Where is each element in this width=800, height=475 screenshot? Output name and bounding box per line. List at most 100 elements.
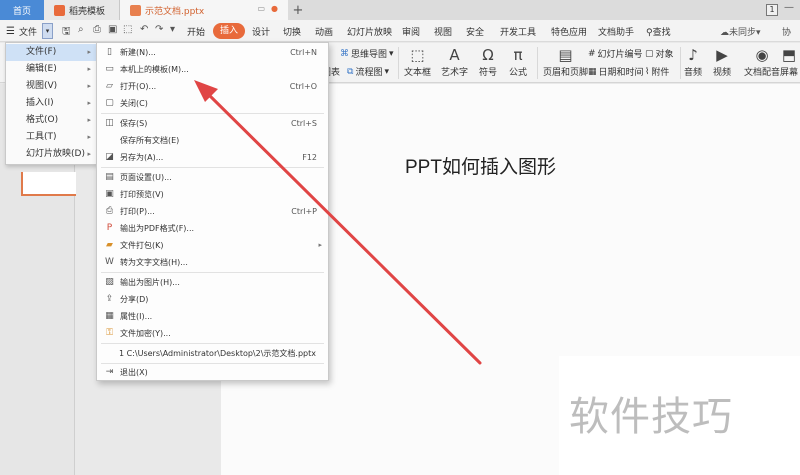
narration-button[interactable]: ◉ 文档配音: [744, 45, 780, 78]
attachment-button[interactable]: ⌇ 附件: [645, 65, 670, 79]
chevron-right-icon: ▸: [87, 99, 91, 107]
menu-local-template[interactable]: ▭ 本机上的模板(M)...: [97, 61, 328, 78]
video-button[interactable]: ▶ 视频: [712, 45, 732, 78]
export-image-icon: ▨: [105, 277, 114, 287]
wordart-icon: A: [449, 46, 460, 64]
menu-export-image-label: 输出为图片(H)...: [120, 278, 180, 287]
ribbon-divider: [398, 47, 399, 79]
format-painter-icon[interactable]: ⌕: [78, 24, 84, 35]
collab-button[interactable]: 协: [782, 25, 791, 38]
search-button[interactable]: ⚲查找: [646, 25, 671, 38]
menu-share-label: 分享(D): [120, 295, 149, 304]
window-count-badge[interactable]: 1: [766, 4, 778, 16]
menu-save-as[interactable]: ◪ 另存为(A)... F12: [97, 149, 328, 166]
menu-animation[interactable]: 动画: [315, 25, 333, 38]
save-as-icon: ◪: [105, 152, 114, 162]
slide-number-button[interactable]: # 幻灯片编号: [588, 47, 643, 61]
textbox-icon: ⬚: [410, 46, 425, 64]
menu-exit[interactable]: ⇥ 退出(X): [97, 364, 328, 381]
redo-icon[interactable]: ↷: [155, 24, 163, 35]
menu-open[interactable]: ▱ 打开(O)... Ctrl+O: [97, 78, 328, 95]
export-pdf-icon[interactable]: ⬚: [123, 24, 132, 35]
audio-button[interactable]: ♪ 音频: [683, 45, 703, 78]
menu-close[interactable]: ▢ 关闭(C): [97, 95, 328, 112]
new-doc-icon: ▯: [107, 47, 112, 57]
menu-design[interactable]: 设计: [252, 25, 270, 38]
menu-edit[interactable]: 编辑(E) ▸: [6, 61, 97, 78]
menu-insert[interactable]: 插入: [213, 23, 246, 39]
menu-save-all[interactable]: 保存所有文档(E): [97, 132, 328, 149]
menu-package[interactable]: ▰ 文件打包(K) ▸: [97, 237, 328, 254]
menu-share[interactable]: ⇪ 分享(D): [97, 291, 328, 308]
menu-slideshow-sub[interactable]: 幻灯片放映(D) ▸: [6, 146, 97, 163]
formula-button[interactable]: π 公式: [508, 45, 528, 78]
flowchart-label: 流程图: [355, 68, 383, 78]
menu-save[interactable]: ◫ 保存(S) Ctrl+S: [97, 115, 328, 132]
menu-export-image[interactable]: ▨ 输出为图片(H)...: [97, 274, 328, 291]
tab-home-label: 首页: [12, 6, 31, 17]
sync-status[interactable]: ☁未同步▾: [720, 25, 761, 38]
menu-properties[interactable]: ▦ 属性(I)...: [97, 308, 328, 325]
menu-export-pdf[interactable]: P 输出为PDF格式(F)...: [97, 220, 328, 237]
mindmap-button[interactable]: ⌘ 思维导图 ▾: [340, 47, 394, 61]
menu-review[interactable]: 审阅: [402, 25, 420, 38]
new-tab-button[interactable]: +: [288, 0, 308, 20]
print-preview-icon[interactable]: ▣: [108, 24, 117, 35]
menu-separator: [101, 113, 324, 114]
slide-title-text[interactable]: PPT如何插入图形: [405, 152, 556, 179]
menu-tools[interactable]: 工具(T) ▸: [6, 129, 97, 146]
undo-icon[interactable]: ↶: [140, 24, 148, 35]
menu-start[interactable]: 开始: [187, 25, 205, 38]
customize-icon[interactable]: ▾: [170, 24, 175, 35]
search-icon: ⚲: [646, 28, 653, 38]
menu-format-label: 格式(O): [26, 115, 59, 125]
menu-security[interactable]: 安全: [466, 25, 484, 38]
menu-doc-assistant[interactable]: 文档助手: [598, 25, 634, 38]
flowchart-button[interactable]: ⧉ 流程图 ▾: [347, 65, 389, 79]
textbox-button[interactable]: ⬚ 文本框: [404, 45, 431, 78]
menu-to-text[interactable]: W 转为文字文档(H)...: [97, 254, 328, 271]
menu-features[interactable]: 特色应用: [551, 25, 587, 38]
menu-new-label: 新建(N)...: [120, 48, 156, 57]
menu-transition[interactable]: 切换: [283, 25, 301, 38]
flowchart-icon: ⧉: [347, 66, 354, 77]
tab-home[interactable]: 首页: [0, 0, 44, 20]
tab-templates[interactable]: 稻壳模板: [44, 0, 120, 20]
attachment-label: 附件: [651, 68, 670, 78]
minimize-button[interactable]: —: [784, 2, 794, 13]
exit-icon: ⇥: [105, 367, 114, 377]
menu-file[interactable]: 文件(F) ▸: [6, 44, 97, 61]
menu-new-shortcut: Ctrl+N: [290, 48, 317, 57]
menu-print[interactable]: ⎙ 打印(P)... Ctrl+P: [97, 203, 328, 220]
audio-label: 音频: [683, 68, 702, 78]
menu-page-setup[interactable]: ▤ 页面设置(U)...: [97, 169, 328, 186]
print-icon[interactable]: ⎙: [93, 24, 101, 35]
to-text-icon: W: [105, 257, 114, 267]
menu-new[interactable]: ▯ 新建(N)... Ctrl+N: [97, 44, 328, 61]
save-icon[interactable]: 🖫: [62, 24, 71, 41]
menu-recent-file[interactable]: 1 C:\Users\Administrator\Desktop\2\示范文档.…: [97, 345, 328, 362]
menu-slideshow[interactable]: 幻灯片放映: [347, 25, 392, 38]
file-menu-button[interactable]: ☰ 文件: [6, 23, 37, 39]
header-footer-button[interactable]: ▤ 页眉和页脚: [543, 45, 588, 78]
tab-document[interactable]: 示范文档.pptx ▭ ●: [120, 0, 288, 20]
menu-page-setup-label: 页面设置(U)...: [120, 173, 172, 182]
date-time-button[interactable]: ▦ 日期和时间: [588, 65, 644, 79]
menu-format[interactable]: 格式(O) ▸: [6, 112, 97, 129]
menu-developer[interactable]: 开发工具: [500, 25, 536, 38]
menu-insert-sub[interactable]: 插入(I) ▸: [6, 95, 97, 112]
menu-view[interactable]: 视图: [434, 25, 452, 38]
menu-encrypt[interactable]: ⚿ 文件加密(Y)...: [97, 325, 328, 342]
symbol-button[interactable]: Ω 符号: [478, 45, 498, 78]
menu-print-preview[interactable]: ▣ 打印预览(V): [97, 186, 328, 203]
omega-icon: Ω: [482, 46, 494, 64]
slide-thumbnail[interactable]: [21, 172, 81, 196]
header-footer-icon: ▤: [558, 46, 573, 64]
menu-save-as-shortcut: F12: [302, 153, 317, 162]
object-button[interactable]: ▢ 对象: [645, 47, 674, 61]
screenshot-button[interactable]: ⬒ 屏幕: [779, 45, 799, 78]
wordart-button[interactable]: A 艺术字: [441, 45, 468, 78]
file-dropdown-toggle[interactable]: ▾: [42, 23, 53, 39]
monitor-icon[interactable]: ▭: [257, 4, 265, 13]
menu-view-sub[interactable]: 视图(V) ▸: [6, 78, 97, 95]
